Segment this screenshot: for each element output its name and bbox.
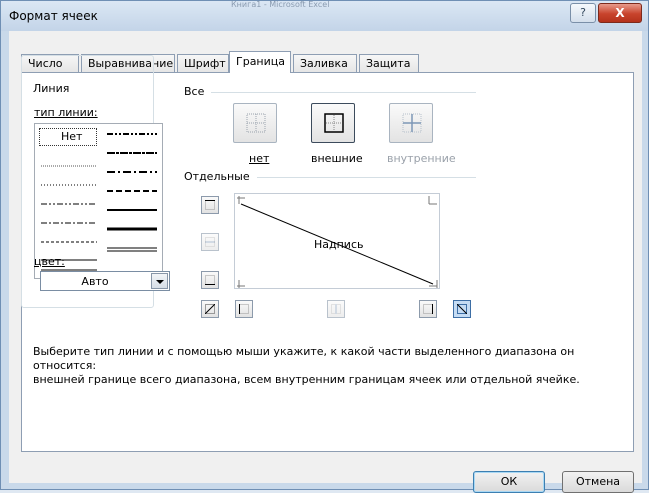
background-window-title: Книга1 - Microsoft Excel: [231, 1, 330, 8]
instructions-line-2: внешней границе всего диапазона, всем вн…: [33, 373, 580, 386]
border-right-icon: [423, 304, 433, 314]
border-left-button[interactable]: [235, 300, 253, 318]
border-preview[interactable]: Надпись: [234, 193, 440, 289]
preset-inside-label: внутренние: [387, 152, 456, 165]
preset-outline-label: внешние: [311, 152, 363, 165]
border-bottom-button[interactable]: [201, 271, 219, 289]
dialog-title: Формат ячеек: [9, 9, 98, 23]
presets-title: Все: [184, 85, 205, 98]
preset-inside-button[interactable]: [389, 103, 433, 143]
diagonal-down-icon: [457, 304, 467, 314]
border-diagonal-up-button[interactable]: [201, 300, 219, 318]
border-top-icon: [205, 200, 215, 210]
tab-protection[interactable]: Защита: [359, 54, 419, 73]
preview-text: Надпись: [314, 238, 364, 251]
chevron-down-icon[interactable]: [151, 273, 168, 289]
border-middle-horizontal-icon: [205, 237, 215, 247]
line-style-label: тип линии:: [34, 106, 98, 119]
title-bar[interactable]: Книга1 - Microsoft Excel Формат ячеек ? …: [1, 1, 648, 31]
tab-border[interactable]: Граница: [229, 51, 291, 73]
border-outline-icon: [324, 113, 344, 133]
border-diagonal-down-button[interactable]: [453, 300, 471, 318]
color-value: Авто: [81, 275, 109, 288]
tab-font[interactable]: Шрифт: [177, 54, 229, 73]
borders-title: Отдельные: [184, 170, 250, 183]
color-dropdown[interactable]: Авто: [40, 271, 170, 291]
border-inside-icon: [402, 113, 422, 133]
preset-none-label: нет: [249, 152, 270, 165]
line-group-title: Линия: [31, 82, 72, 95]
border-bottom-icon: [205, 275, 215, 285]
borders-separator: [257, 177, 476, 178]
preset-none-button[interactable]: [233, 103, 277, 143]
border-right-button[interactable]: [419, 300, 437, 318]
border-left-icon: [239, 304, 249, 314]
help-button[interactable]: ?: [570, 3, 596, 23]
format-cells-dialog: Книга1 - Microsoft Excel Формат ячеек ? …: [0, 0, 649, 493]
color-label: цвет:: [34, 255, 65, 268]
border-top-button[interactable]: [201, 196, 219, 214]
border-none-icon: [246, 113, 266, 133]
tab-fill[interactable]: Заливка: [293, 54, 357, 73]
border-middle-vertical-icon: [331, 304, 341, 314]
diagonal-up-icon: [205, 304, 215, 314]
instructions-text: Выберите тип линии и с помощью мыши укаж…: [33, 345, 613, 387]
presets-separator: [211, 92, 476, 93]
close-button[interactable]: X: [598, 3, 642, 23]
border-middle-vertical-button[interactable]: [327, 300, 345, 318]
border-middle-horizontal-button[interactable]: [201, 233, 219, 251]
instructions-line-1: Выберите тип линии и с помощью мыши укаж…: [33, 345, 575, 372]
preset-outline-button[interactable]: [311, 103, 355, 143]
